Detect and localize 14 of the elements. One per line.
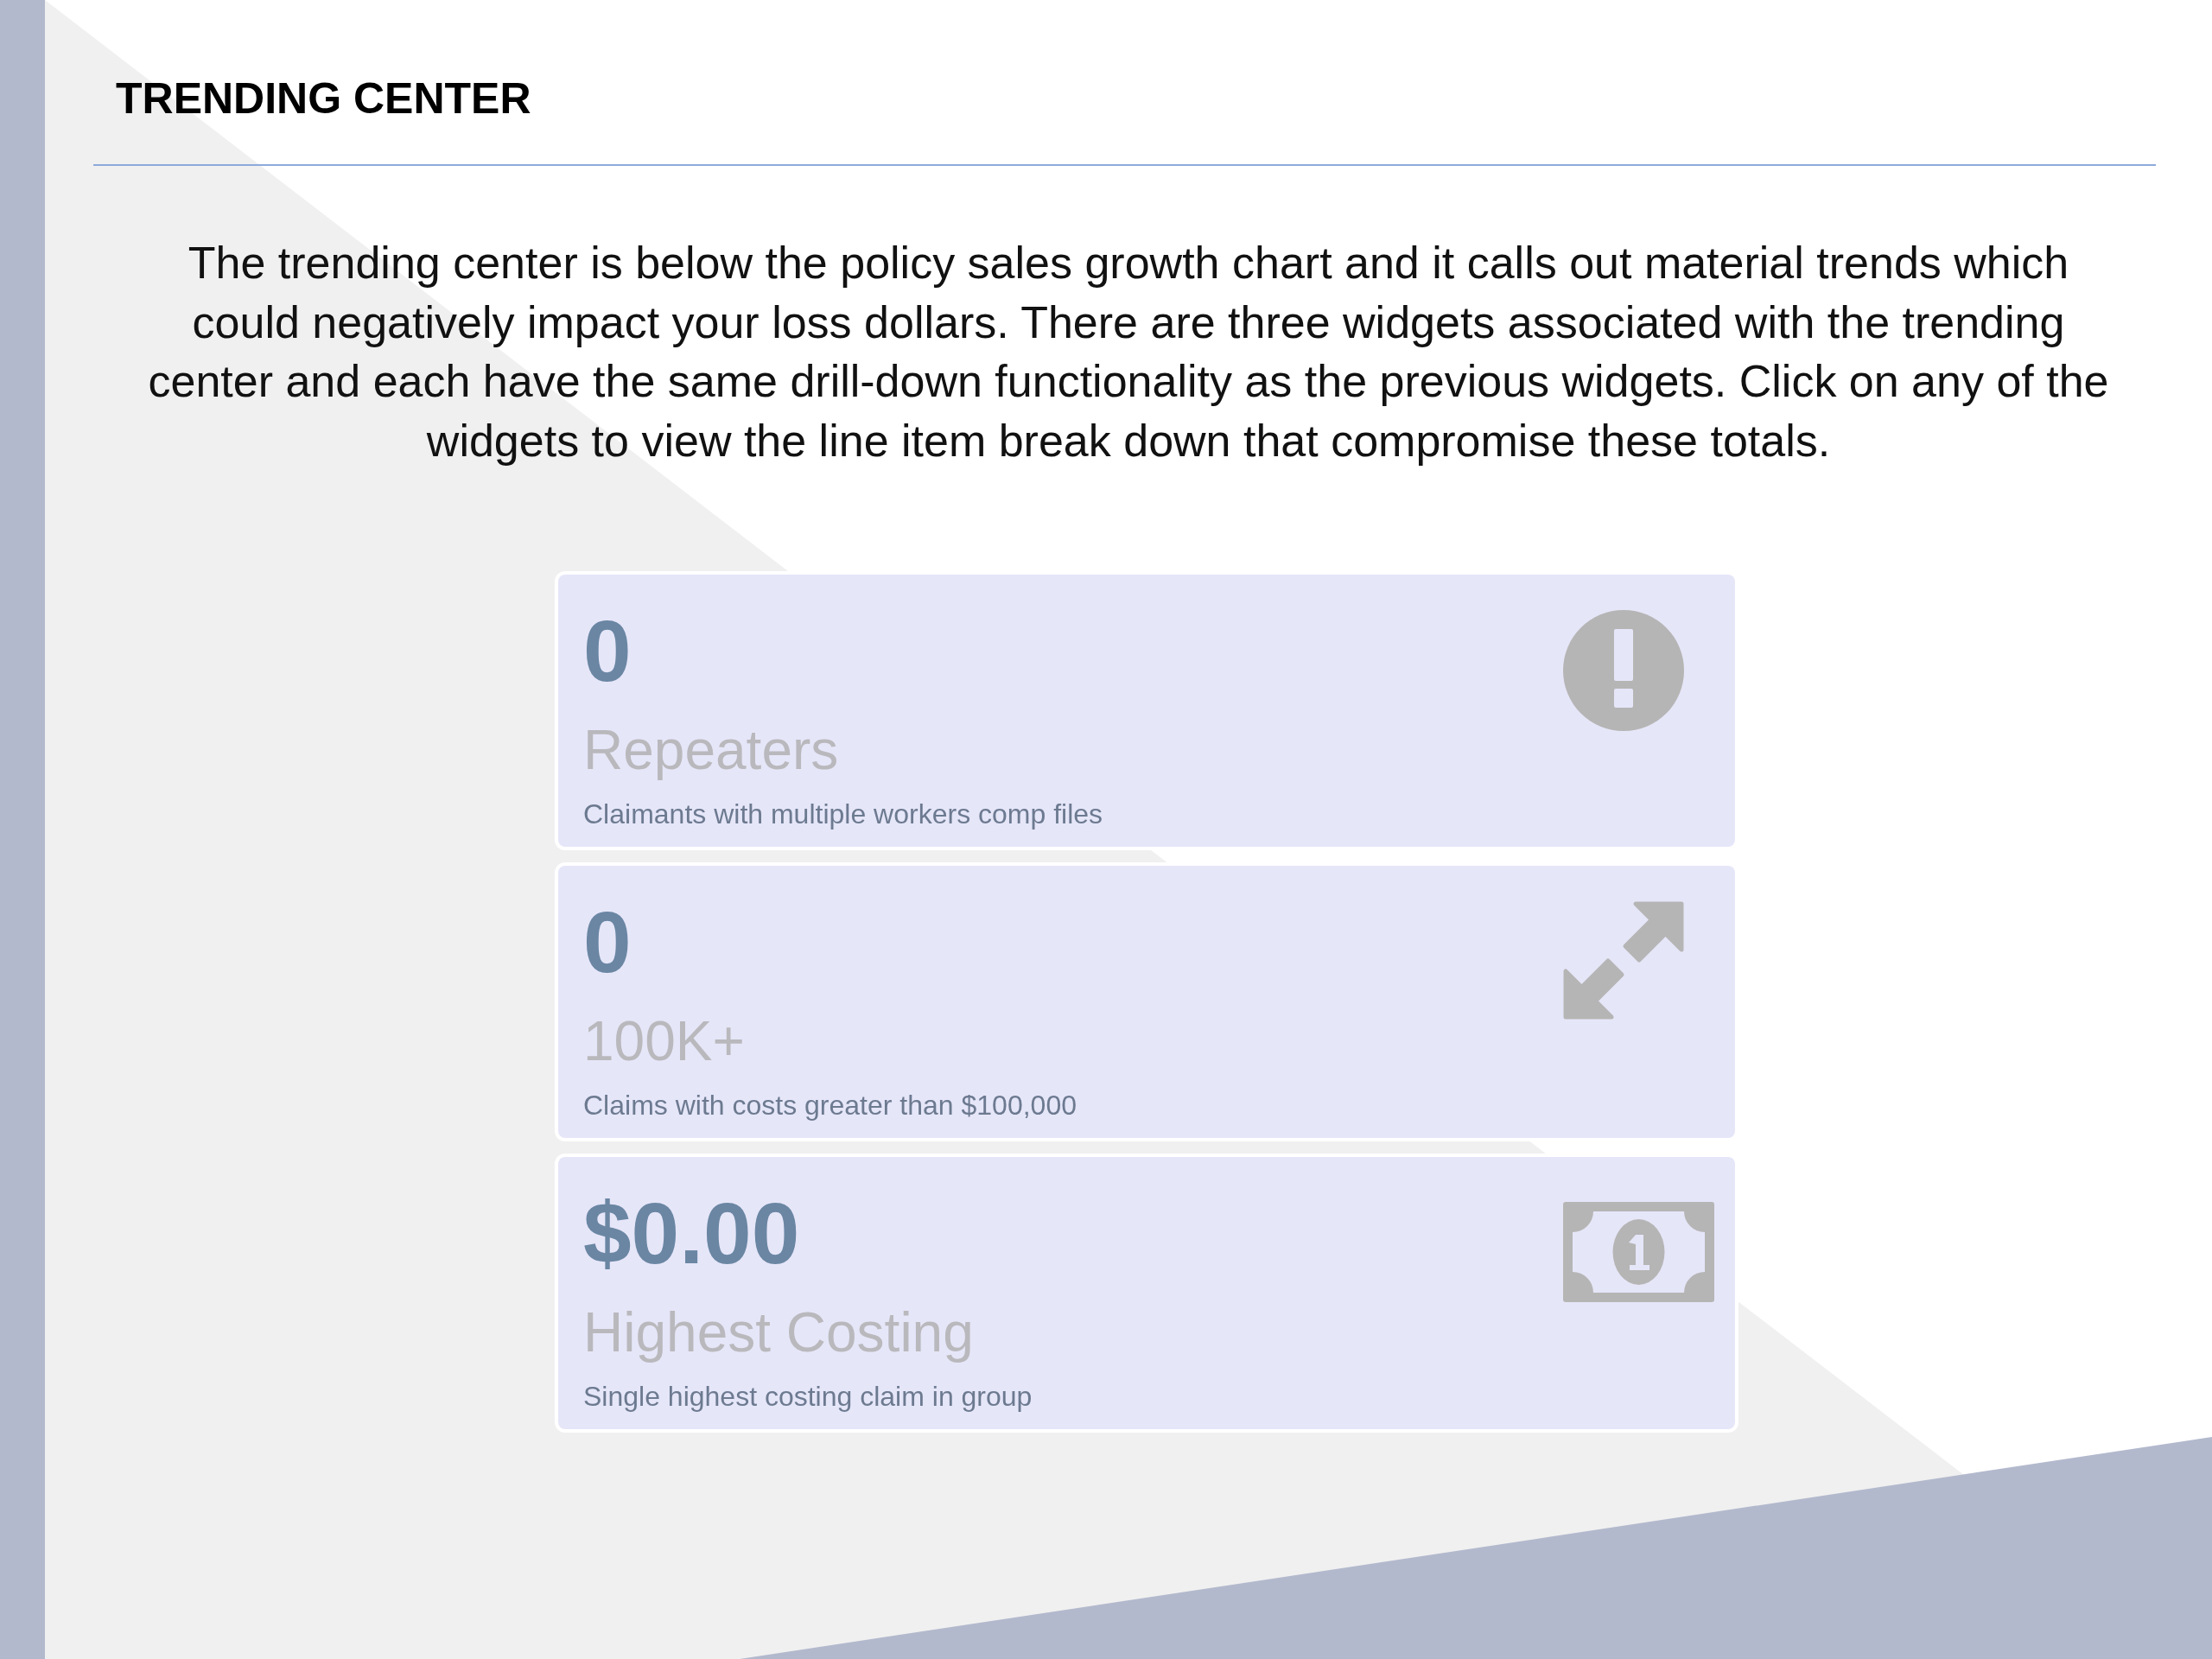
body-paragraph: The trending center is below the policy sales growth chart and it calls out material trends which could negatively impact your loss dollars. There are three widgets associated with the trending center and each have the same drill-down functionality as the previous widgets. Click on any of the widgets to view the line item break down that compromise these totals.: [147, 237, 2110, 467]
exclamation-circle-icon: [1563, 610, 1684, 732]
widget-description: Single highest costing claim in group: [583, 1380, 1033, 1414]
widget-label: Highest Costing: [583, 1305, 974, 1361]
widget-description: Claims with costs greater than $100,000: [583, 1089, 1077, 1122]
widget-label: Repeaters: [583, 722, 839, 779]
slide-title: TRENDING CENTER: [116, 73, 531, 124]
expand-arrows-icon: [1563, 901, 1684, 1020]
widget-description: Claimants with multiple workers comp files: [583, 798, 1103, 831]
widget-value: 0: [583, 899, 632, 986]
banknote-icon: [1563, 1202, 1714, 1303]
widget-value: 0: [583, 607, 632, 695]
widget-value: $0.00: [583, 1190, 800, 1277]
widget-label: 100K+: [583, 1014, 745, 1070]
